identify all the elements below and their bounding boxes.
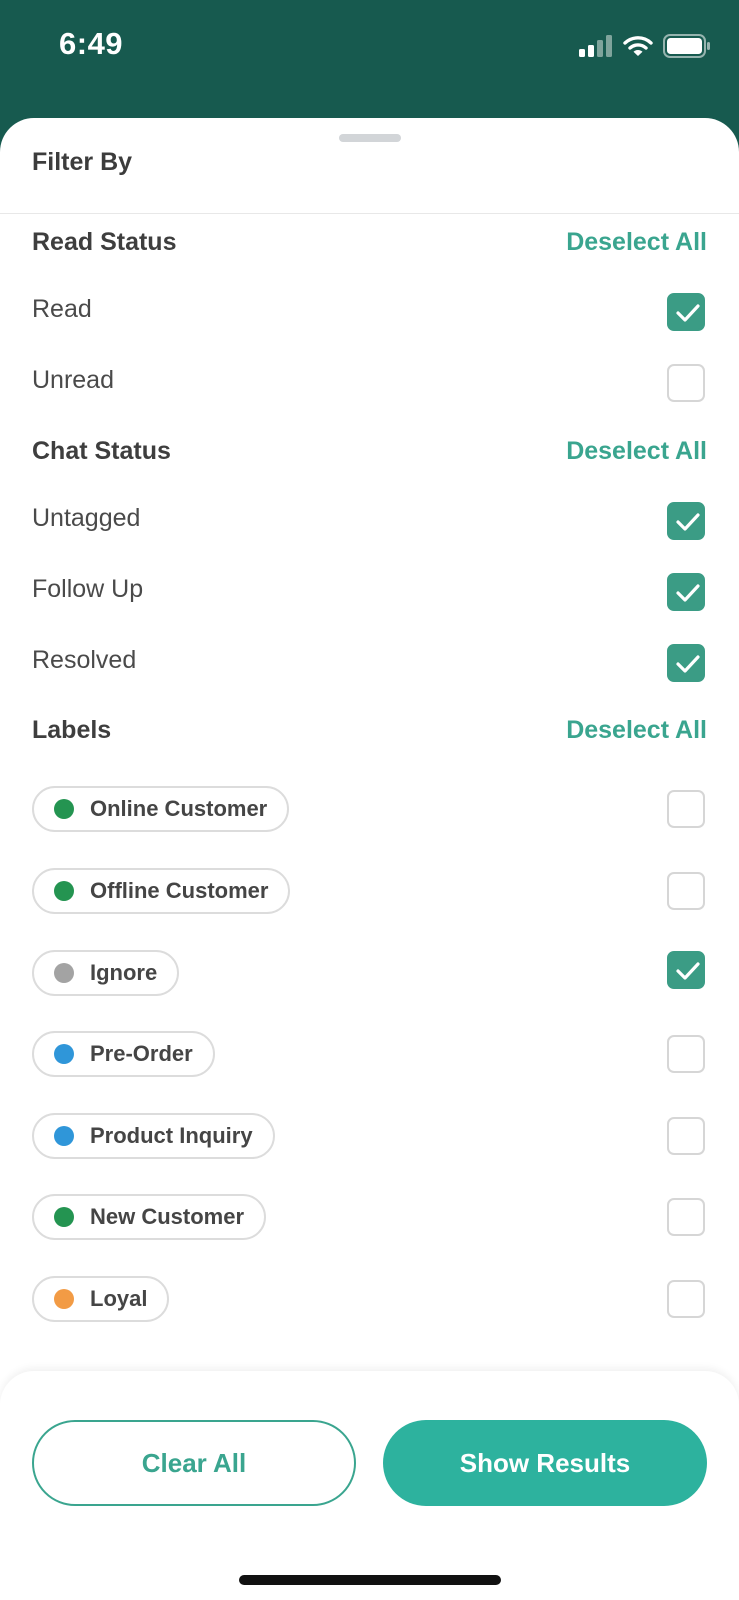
label-chip-offline-customer[interactable]: Offline Customer: [32, 868, 291, 914]
show-results-button[interactable]: Show Results: [383, 1420, 707, 1506]
label-color-dot: [54, 963, 74, 983]
header-divider: [0, 213, 739, 214]
sheet-grabber-handle[interactable]: [339, 134, 401, 142]
checkbox-online-customer[interactable]: [667, 790, 705, 828]
labels-deselect-all-button[interactable]: Deselect All: [566, 716, 707, 745]
option-label-read: Read: [32, 295, 92, 323]
label-chip-text: Ignore: [90, 960, 158, 985]
label-color-dot: [54, 1126, 74, 1146]
option-label-resolved: Resolved: [32, 646, 137, 674]
status-bar: 6:49: [0, 0, 739, 118]
checkbox-resolved[interactable]: [667, 644, 705, 682]
checkmark-icon: [676, 962, 700, 980]
label-chip-text: Product Inquiry: [90, 1123, 253, 1148]
chat-status-title: Chat Status: [32, 437, 171, 465]
label-color-dot: [54, 799, 74, 819]
label-chip-text: Offline Customer: [90, 878, 269, 903]
label-chip-pre-order[interactable]: Pre-Order: [32, 1031, 215, 1077]
chat-status-deselect-all-button[interactable]: Deselect All: [566, 437, 707, 466]
checkbox-loyal[interactable]: [667, 1280, 705, 1318]
checkbox-product-inquiry[interactable]: [667, 1117, 705, 1155]
checkbox-read[interactable]: [667, 293, 705, 331]
label-chip-loyal[interactable]: Loyal: [32, 1276, 170, 1322]
status-time: 6:49: [59, 26, 124, 61]
option-label-follow-up: Follow Up: [32, 575, 144, 603]
checkbox-offline-customer[interactable]: [667, 872, 705, 910]
clear-all-button[interactable]: Clear All: [32, 1420, 356, 1506]
cellular-signal-icon: [579, 35, 613, 62]
option-label-untagged: Untagged: [32, 504, 141, 532]
label-chip-product-inquiry[interactable]: Product Inquiry: [32, 1113, 275, 1159]
label-chip-ignore[interactable]: Ignore: [32, 950, 180, 996]
status-icons: [579, 34, 711, 63]
label-chip-text: New Customer: [90, 1204, 245, 1229]
battery-icon: [663, 34, 711, 63]
checkmark-icon: [676, 584, 700, 602]
home-indicator[interactable]: [239, 1575, 501, 1585]
read-status-title: Read Status: [32, 228, 177, 256]
sheet-title: Filter By: [32, 148, 133, 176]
checkbox-unread[interactable]: [667, 364, 705, 402]
checkmark-icon: [676, 304, 700, 322]
label-chip-online-customer[interactable]: Online Customer: [32, 786, 290, 832]
label-chip-text: Loyal: [90, 1286, 148, 1311]
checkmark-icon: [676, 513, 700, 531]
label-color-dot: [54, 1207, 74, 1227]
label-color-dot: [54, 1044, 74, 1064]
label-color-dot: [54, 881, 74, 901]
label-chip-text: Pre-Order: [90, 1041, 193, 1066]
option-label-unread: Unread: [32, 366, 114, 394]
checkbox-new-customer[interactable]: [667, 1198, 705, 1236]
footer-action-bar: Clear All Show Results: [0, 1371, 739, 1600]
checkbox-follow-up[interactable]: [667, 573, 705, 611]
checkbox-untagged[interactable]: [667, 502, 705, 540]
checkbox-pre-order[interactable]: [667, 1035, 705, 1073]
label-color-dot: [54, 1289, 74, 1309]
read-status-deselect-all-button[interactable]: Deselect All: [566, 228, 707, 257]
checkbox-ignore[interactable]: [667, 951, 705, 989]
label-chip-text: Online Customer: [90, 796, 268, 821]
wifi-icon: [623, 35, 653, 62]
label-chip-new-customer[interactable]: New Customer: [32, 1194, 267, 1240]
labels-title: Labels: [32, 716, 112, 744]
checkmark-icon: [676, 655, 700, 673]
